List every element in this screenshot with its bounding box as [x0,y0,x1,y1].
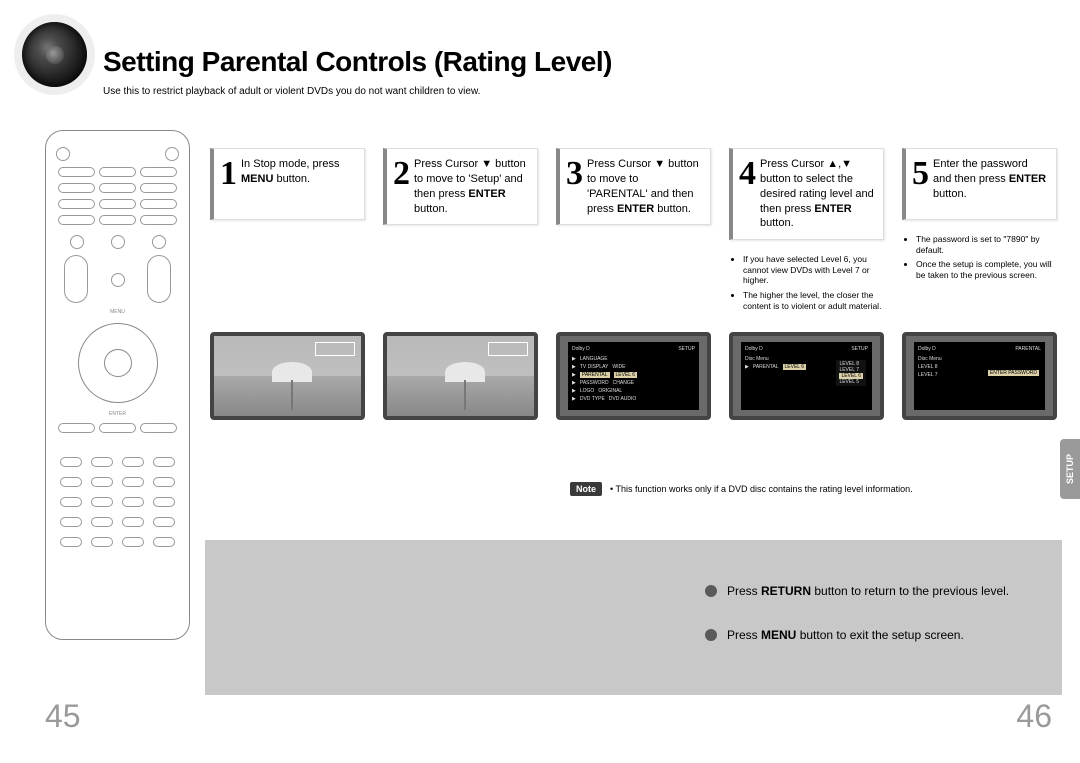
menu-instruction: Press MENU button to exit the setup scre… [705,628,1062,642]
step-text: Press Cursor ▼ button to move to 'PARENT… [587,157,702,216]
step-text: Enter the password and then press ENTER … [933,157,1048,202]
speaker-decoration [22,22,87,87]
page-number-left: 45 [45,698,81,735]
dpad [78,323,158,403]
screenshots-row: Dolby DSETUP ▶LANGUAGE ▶TV DISPLAYWIDE ▶… [210,332,1057,420]
step-text: Press Cursor ▼ button to move to 'Setup'… [414,157,529,216]
step-3: 3 Press Cursor ▼ button to move to 'PARE… [556,148,711,315]
step-number: 2 [393,157,410,191]
setup-tab: SETUP [1060,439,1080,499]
note-badge: Note [570,482,602,496]
step-4-bullets: If you have selected Level 6, you cannot… [729,254,884,311]
step-4: 4 Press Cursor ▲,▼ button to select the … [729,148,884,315]
page-number-right: 46 [1016,698,1052,735]
screenshot-4: Dolby DSETUP Disc Menu ▶PARENTALLEVEL 6 … [729,332,884,420]
step-5-bullets: The password is set to "7890" by default… [902,234,1057,281]
step-2: 2 Press Cursor ▼ button to move to 'Setu… [383,148,538,315]
step-5: 5 Enter the password and then press ENTE… [902,148,1057,315]
note-text: • This function works only if a DVD disc… [610,484,913,494]
step-number: 1 [220,157,237,191]
note-row: Note • This function works only if a DVD… [570,482,913,496]
screenshot-5: Dolby DPARENTAL Disc Menu LEVEL 8 LEVEL … [902,332,1057,420]
step-1: 1 In Stop mode, press MENU button. [210,148,365,315]
remote-illustration: MENU ENTER [45,130,190,640]
page-subtitle: Use this to restrict playback of adult o… [103,86,480,97]
page-title: Setting Parental Controls (Rating Level) [103,46,612,78]
step-number: 5 [912,157,929,191]
bullet-icon [705,585,717,597]
steps-row: 1 In Stop mode, press MENU button. 2 Pre… [210,148,1065,315]
step-text: In Stop mode, press MENU button. [241,157,356,187]
screenshot-2 [383,332,538,420]
return-instruction: Press RETURN button to return to the pre… [705,584,1062,598]
bullet-icon [705,629,717,641]
bottom-panel: Press RETURN button to return to the pre… [205,540,1062,695]
step-number: 4 [739,157,756,191]
step-text: Press Cursor ▲,▼ button to select the de… [760,157,875,231]
screenshot-3: Dolby DSETUP ▶LANGUAGE ▶TV DISPLAYWIDE ▶… [556,332,711,420]
step-number: 3 [566,157,583,191]
screenshot-1 [210,332,365,420]
